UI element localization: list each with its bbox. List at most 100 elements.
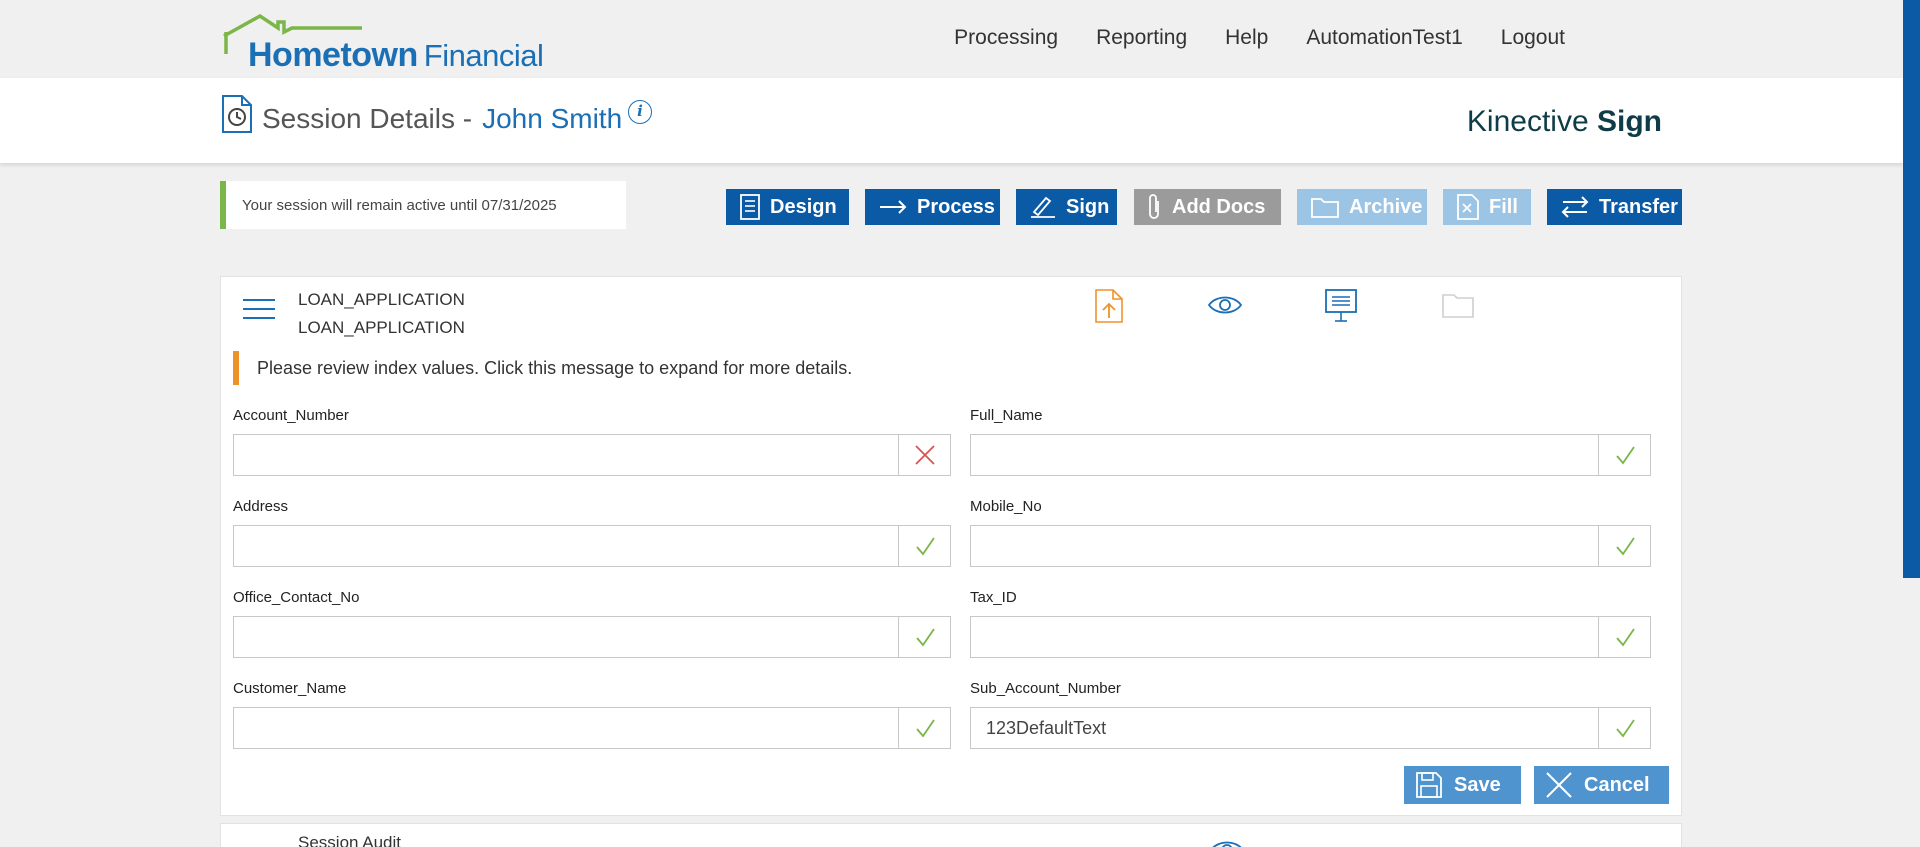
fill-document-icon	[1457, 194, 1479, 220]
full-name-field	[970, 434, 1651, 476]
nav-user-account[interactable]: AutomationTest1	[1306, 26, 1462, 50]
session-header: Session Details - John Smith i Kinective …	[0, 78, 1903, 163]
customer-name-field	[233, 707, 951, 749]
design-button[interactable]: Design	[726, 189, 849, 225]
tax-id-input[interactable]	[971, 617, 1598, 657]
hamburger-menu-icon[interactable]	[243, 297, 275, 321]
sub-account-number-field	[970, 707, 1651, 749]
top-header: Hometown Financial Processing Reporting H…	[0, 0, 1920, 78]
address-status	[898, 526, 950, 566]
top-navigation: Processing Reporting Help AutomationTest…	[954, 26, 1565, 50]
document-titles: LOAN_APPLICATION LOAN_APPLICATION	[298, 286, 465, 342]
tax-id-status	[1598, 617, 1650, 657]
mobile-no-field	[970, 525, 1651, 567]
mobile-no-status	[1598, 526, 1650, 566]
folder-archive-icon[interactable]	[1442, 292, 1474, 318]
document-card: LOAN_APPLICATION LOAN_APPLICATION Please…	[220, 276, 1682, 816]
address-input[interactable]	[234, 526, 898, 566]
nav-help[interactable]: Help	[1225, 26, 1268, 50]
nav-processing[interactable]: Processing	[954, 26, 1058, 50]
sign-label: Sign	[1066, 195, 1110, 218]
logo-sub-text: Financial	[423, 38, 544, 73]
cancel-button[interactable]: Cancel	[1534, 766, 1669, 804]
page-scrollbar-thumb[interactable]	[1903, 0, 1920, 578]
customer-name-status	[898, 708, 950, 748]
save-label: Save	[1454, 773, 1501, 796]
office-contact-input[interactable]	[234, 617, 898, 657]
customer-name-label: Customer_Name	[233, 680, 347, 697]
document-name: LOAN_APPLICATION	[298, 290, 465, 309]
add-docs-button[interactable]: Add Docs	[1134, 189, 1281, 225]
cancel-label: Cancel	[1584, 773, 1650, 796]
nav-reporting[interactable]: Reporting	[1096, 26, 1187, 50]
sub-account-number-label: Sub_Account_Number	[970, 680, 1121, 697]
account-number-field	[233, 434, 951, 476]
archive-label: Archive	[1349, 195, 1423, 218]
valid-check-icon	[1615, 628, 1635, 647]
info-icon[interactable]: i	[628, 100, 652, 124]
fill-button[interactable]: Fill	[1443, 189, 1531, 225]
pen-sign-icon	[1031, 196, 1055, 218]
fill-label: Fill	[1489, 195, 1518, 218]
sub-account-number-status	[1598, 708, 1650, 748]
tax-id-field	[970, 616, 1651, 658]
process-label: Process	[917, 195, 995, 218]
folder-icon	[1311, 198, 1339, 218]
session-audit-title: Session Audit	[298, 833, 402, 847]
valid-check-icon	[1615, 537, 1635, 556]
sub-account-number-input[interactable]	[971, 708, 1598, 748]
office-contact-status	[898, 617, 950, 657]
valid-check-icon	[1615, 446, 1635, 465]
address-field	[233, 525, 951, 567]
page-title: Session Details - John Smith	[262, 103, 622, 135]
eye-preview-icon[interactable]	[1208, 294, 1242, 316]
brand-light: Kinective	[1466, 105, 1589, 138]
transfer-arrows-icon	[1561, 196, 1589, 218]
account-number-label: Account_Number	[233, 407, 349, 424]
valid-check-icon	[1615, 719, 1635, 738]
customer-name[interactable]: John Smith	[482, 103, 622, 134]
process-button[interactable]: Process	[865, 189, 1000, 225]
upload-document-icon[interactable]	[1095, 289, 1123, 323]
transfer-label: Transfer	[1599, 195, 1678, 218]
action-toolbar: Design Process Sign Add Docs Archive Fil…	[0, 189, 1920, 225]
account-number-input[interactable]	[234, 435, 898, 475]
brand-bold: Sign	[1597, 105, 1662, 138]
account-number-status	[898, 435, 950, 475]
full-name-status	[1598, 435, 1650, 475]
mobile-no-input[interactable]	[971, 526, 1598, 566]
session-history-icon	[222, 95, 252, 133]
floppy-save-icon	[1416, 772, 1442, 798]
review-index-alert[interactable]: Please review index values. Click this m…	[233, 351, 852, 385]
save-button[interactable]: Save	[1404, 766, 1521, 804]
eye-preview-icon[interactable]	[1210, 839, 1244, 847]
add-docs-label: Add Docs	[1172, 195, 1266, 218]
valid-check-icon	[915, 719, 935, 738]
presentation-screen-icon[interactable]	[1325, 289, 1357, 323]
valid-check-icon	[915, 628, 935, 647]
customer-name-input[interactable]	[234, 708, 898, 748]
close-icon	[1546, 772, 1572, 798]
kinective-sign-brand: Kinective Sign	[1467, 105, 1662, 139]
transfer-button[interactable]: Transfer	[1547, 189, 1682, 225]
hometown-financial-logo[interactable]: Hometown Financial	[222, 14, 562, 74]
design-label: Design	[770, 195, 837, 218]
office-contact-label: Office_Contact_No	[233, 589, 360, 606]
full-name-input[interactable]	[971, 435, 1598, 475]
tax-id-label: Tax_ID	[970, 589, 1017, 606]
arrow-right-icon	[880, 200, 907, 214]
session-title-label: Session Details -	[262, 103, 473, 134]
archive-button[interactable]: Archive	[1297, 189, 1427, 225]
invalid-x-icon	[914, 445, 935, 465]
session-audit-card: Session Audit	[220, 823, 1682, 847]
paperclip-icon	[1149, 194, 1159, 219]
document-type: LOAN_APPLICATION	[298, 318, 465, 337]
mobile-no-label: Mobile_No	[970, 498, 1042, 515]
logo-main-text: Hometown	[248, 36, 418, 74]
address-label: Address	[233, 498, 289, 515]
sign-button[interactable]: Sign	[1016, 189, 1117, 225]
nav-logout[interactable]: Logout	[1501, 26, 1565, 50]
checklist-icon	[740, 194, 760, 220]
full-name-label: Full_Name	[970, 407, 1043, 424]
valid-check-icon	[915, 537, 935, 556]
